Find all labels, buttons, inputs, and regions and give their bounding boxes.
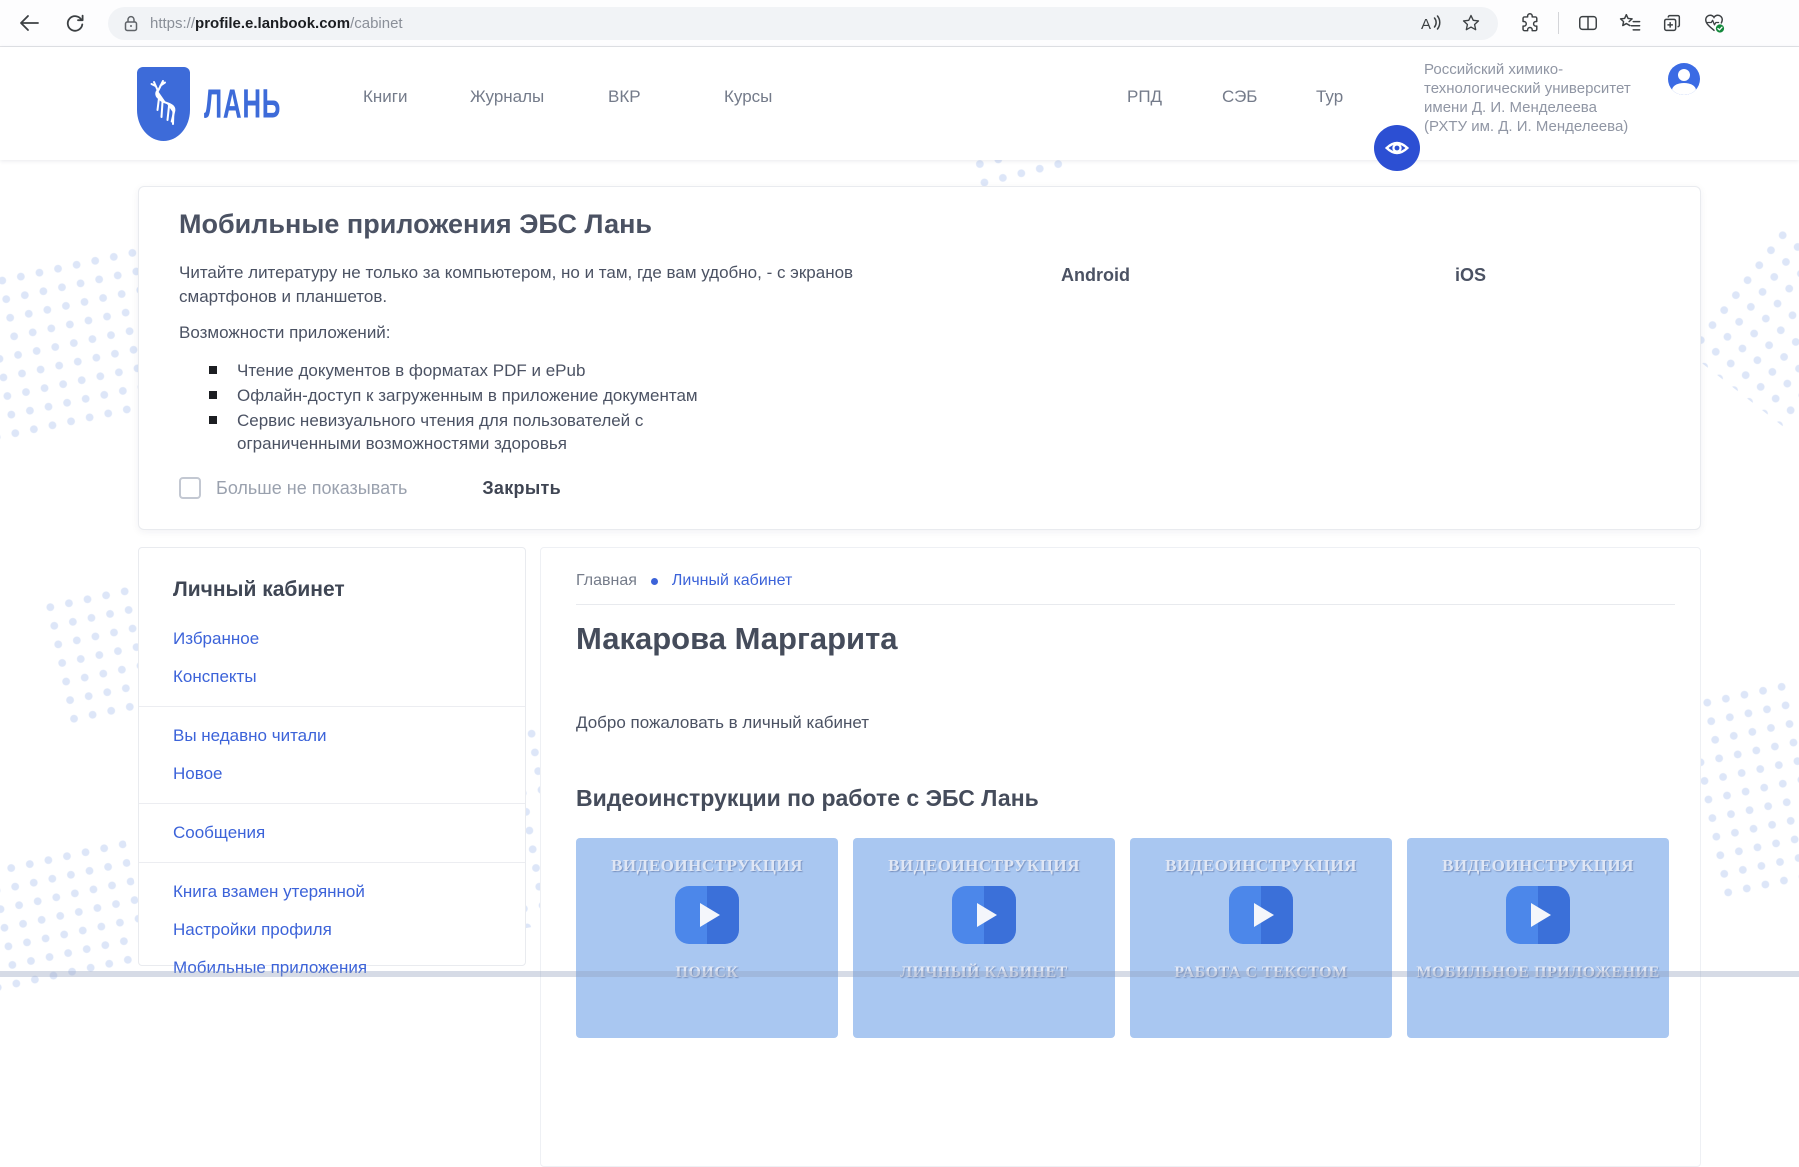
- logo-text: ЛАНЬ: [204, 80, 281, 127]
- video-cards-row: ВИДЕОИНСТРУКЦИЯ ПОИСК ВИДЕОИНСТРУКЦИЯ ЛИ…: [576, 838, 1700, 1038]
- video-card-cabinet[interactable]: ВИДЕОИНСТРУКЦИЯ ЛИЧНЫЙ КАБИНЕТ: [853, 838, 1115, 1038]
- feature-item: Офлайн-доступ к загруженным в приложение…: [201, 384, 761, 407]
- ios-label: iOS: [1455, 265, 1486, 286]
- banner-title: Мобильные приложения ЭБС Лань: [179, 209, 652, 240]
- browser-essentials-icon[interactable]: [1697, 6, 1731, 40]
- play-icon: [952, 886, 1016, 944]
- feature-item: Чтение документов в форматах PDF и ePub: [201, 359, 761, 382]
- sidebar-group: Вы недавно читали Новое: [139, 706, 525, 803]
- back-icon[interactable]: [12, 6, 46, 40]
- video-card-label: ВИДЕОИНСТРУКЦИЯ: [853, 856, 1115, 876]
- play-icon: [675, 886, 739, 944]
- mobile-apps-banner: Мобильные приложения ЭБС Лань Читайте ли…: [138, 186, 1701, 530]
- nav-vkr[interactable]: ВКР: [608, 87, 641, 107]
- sidebar-item-recently-read[interactable]: Вы недавно читали: [139, 717, 525, 755]
- nav-journals[interactable]: Журналы: [470, 87, 544, 107]
- favorites-bar-icon[interactable]: [1613, 6, 1647, 40]
- favorite-star-icon[interactable]: [1454, 6, 1488, 40]
- video-card-text-work[interactable]: ВИДЕОИНСТРУКЦИЯ РАБОТА С ТЕКСТОМ: [1130, 838, 1392, 1038]
- video-card-label: ВИДЕОИНСТРУКЦИЯ: [1130, 856, 1392, 876]
- nav-tour[interactable]: Тур: [1316, 87, 1343, 107]
- url-text: https://profile.e.lanbook.com/cabinet: [150, 15, 1414, 32]
- browser-toolbar: https://profile.e.lanbook.com/cabinet A: [0, 0, 1799, 47]
- svg-text:A: A: [1421, 16, 1431, 32]
- features-label: Возможности приложений:: [179, 323, 391, 343]
- breadcrumb-home[interactable]: Главная: [576, 572, 637, 590]
- site-logo[interactable]: ЛАНЬ: [137, 67, 311, 141]
- breadcrumb-separator-dot: [651, 578, 658, 585]
- sidebar-item-notes[interactable]: Конспекты: [139, 658, 525, 696]
- organization-name[interactable]: Российский химико-технологический универ…: [1424, 60, 1640, 155]
- videos-section-title: Видеоинструкции по работе с ЭБС Лань: [576, 785, 1700, 812]
- lan-deer-logo: [137, 67, 190, 141]
- play-icon: [1229, 886, 1293, 944]
- sidebar-item-mobile-apps[interactable]: Мобильные приложения: [139, 949, 525, 987]
- cabinet-main-panel: Главная Личный кабинет Макарова Маргарит…: [540, 547, 1701, 1167]
- sidebar-title: Личный кабинет: [173, 578, 525, 602]
- site-header: ЛАНЬ Книги Журналы ВКР Курсы РПД СЭБ Тур…: [0, 47, 1799, 160]
- extensions-icon[interactable]: [1512, 6, 1546, 40]
- toolbar-divider: [1558, 12, 1559, 34]
- close-banner-button[interactable]: Закрыть: [482, 478, 561, 499]
- user-avatar-icon[interactable]: [1668, 63, 1700, 95]
- nav-books[interactable]: Книги: [363, 87, 407, 107]
- nav-rpd[interactable]: РПД: [1127, 87, 1162, 107]
- breadcrumb: Главная Личный кабинет: [576, 572, 1675, 590]
- breadcrumb-divider: [576, 604, 1675, 605]
- sidebar-item-profile-settings[interactable]: Настройки профиля: [139, 911, 525, 949]
- page-body: Мобильные приложения ЭБС Лань Читайте ли…: [0, 160, 1799, 977]
- read-aloud-icon[interactable]: A: [1414, 6, 1448, 40]
- sidebar-item-messages[interactable]: Сообщения: [139, 814, 525, 852]
- features-list: Чтение документов в форматах PDF и ePub …: [201, 359, 761, 457]
- banner-footer: Больше не показывать Закрыть: [179, 477, 561, 499]
- dont-show-label: Больше не показывать: [216, 478, 407, 499]
- nav-courses[interactable]: Курсы: [724, 87, 772, 107]
- nav-seb[interactable]: СЭБ: [1222, 87, 1257, 107]
- sidebar-group: Сообщения: [139, 803, 525, 862]
- feature-item: Сервис невизуального чтения для пользова…: [201, 409, 761, 455]
- page-title-user-name: Макарова Маргарита: [576, 621, 1700, 657]
- android-label: Android: [1061, 265, 1130, 286]
- breadcrumb-current[interactable]: Личный кабинет: [672, 572, 792, 590]
- video-card-search[interactable]: ВИДЕОИНСТРУКЦИЯ ПОИСК: [576, 838, 838, 1038]
- video-card-mobile-app[interactable]: ВИДЕОИНСТРУКЦИЯ МОБИЛЬНОЕ ПРИЛОЖЕНИЕ: [1407, 838, 1669, 1038]
- sidebar-item-replacement-book[interactable]: Книга взамен утерянной: [139, 873, 525, 911]
- sidebar-group: Избранное Конспекты: [139, 610, 525, 706]
- viewport-cut-strip: [0, 971, 1799, 977]
- video-card-label: ВИДЕОИНСТРУКЦИЯ: [1407, 856, 1669, 876]
- dont-show-checkbox[interactable]: [179, 477, 201, 499]
- url-bar[interactable]: https://profile.e.lanbook.com/cabinet A: [108, 7, 1498, 40]
- play-icon: [1506, 886, 1570, 944]
- sidebar-item-favorites[interactable]: Избранное: [139, 620, 525, 658]
- banner-intro: Читайте литературу не только за компьюте…: [179, 261, 879, 309]
- video-card-label: ВИДЕОИНСТРУКЦИЯ: [576, 856, 838, 876]
- lock-icon: [124, 15, 138, 32]
- welcome-text: Добро пожаловать в личный кабинет: [576, 713, 1700, 733]
- accessibility-eye-icon[interactable]: [1374, 125, 1420, 171]
- reload-icon[interactable]: [58, 6, 92, 40]
- split-screen-icon[interactable]: [1571, 6, 1605, 40]
- sidebar-item-new[interactable]: Новое: [139, 755, 525, 793]
- cabinet-sidebar: Личный кабинет Избранное Конспекты Вы не…: [138, 547, 526, 966]
- collections-icon[interactable]: [1655, 6, 1689, 40]
